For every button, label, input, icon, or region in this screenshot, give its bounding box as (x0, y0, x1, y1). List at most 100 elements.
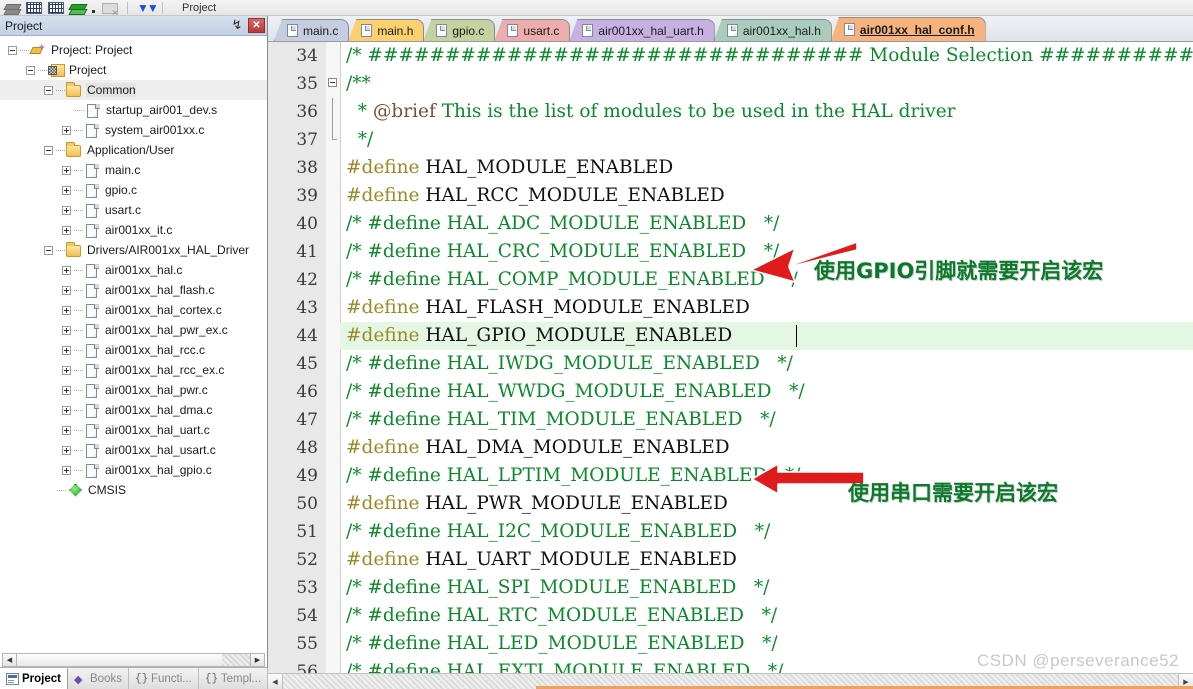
code-text[interactable]: /* #define HAL_I2C_MODULE_ENABLED */ (340, 518, 1193, 546)
code-line[interactable]: 37 */ (268, 126, 1193, 154)
code-text[interactable]: /* #define HAL_LED_MODULE_ENABLED */ (340, 630, 1193, 658)
expand-icon[interactable] (62, 285, 71, 295)
close-icon[interactable]: ✕ (248, 18, 265, 33)
expand-icon[interactable] (62, 185, 71, 195)
fold-marker[interactable] (326, 98, 340, 126)
fold-collapse-icon[interactable] (328, 78, 337, 87)
fold-marker[interactable] (326, 630, 340, 658)
fold-marker[interactable] (326, 602, 340, 630)
code-text[interactable]: /* ################################ Modu… (340, 42, 1193, 70)
tree-item[interactable]: CMSIS (0, 480, 267, 500)
collapse-icon[interactable] (8, 45, 17, 55)
code-line[interactable]: 40 /* #define HAL_ADC_MODULE_ENABLED */ (268, 210, 1193, 238)
fold-marker[interactable] (326, 70, 340, 98)
code-line[interactable]: 53 /* #define HAL_SPI_MODULE_ENABLED */ (268, 574, 1193, 602)
tree-item[interactable]: air001xx_it.c (0, 220, 267, 240)
editor-tab[interactable]: main.c (274, 19, 350, 41)
code-line[interactable]: 36 * @brief This is the list of modules … (268, 98, 1193, 126)
fold-marker[interactable] (326, 406, 340, 434)
tree-item[interactable]: air001xx_hal_gpio.c (0, 460, 267, 480)
tree-item[interactable]: air001xx_hal_flash.c (0, 280, 267, 300)
code-text[interactable]: #define HAL_RCC_MODULE_ENABLED (340, 182, 1193, 210)
editor-tab[interactable]: usart.c (494, 19, 571, 41)
code-text[interactable]: #define HAL_FLASH_MODULE_ENABLED (340, 294, 1193, 322)
code-line[interactable]: 52 #define HAL_UART_MODULE_ENABLED (268, 546, 1193, 574)
fold-marker[interactable] (326, 42, 340, 70)
fold-marker[interactable] (326, 322, 340, 350)
dropdown-arrow-icon[interactable] (92, 6, 96, 13)
tree-item[interactable]: system_air001xx.c (0, 120, 267, 140)
scroll-left-icon[interactable]: ◀ (3, 654, 17, 666)
tree-item[interactable]: air001xx_hal_rcc.c (0, 340, 267, 360)
code-line[interactable]: 48 #define HAL_DMA_MODULE_ENABLED (268, 434, 1193, 462)
tree-item[interactable]: air001xx_hal_usart.c (0, 440, 267, 460)
tree-item[interactable]: air001xx_hal_uart.c (0, 420, 267, 440)
code-line[interactable]: 39 #define HAL_RCC_MODULE_ENABLED (268, 182, 1193, 210)
expand-icon[interactable] (62, 425, 71, 435)
fold-marker[interactable] (326, 182, 340, 210)
tree-item[interactable]: Drivers/AIR001xx_HAL_Driver (0, 240, 267, 260)
expand-icon[interactable] (62, 445, 71, 455)
fold-marker[interactable] (326, 154, 340, 182)
collapse-icon[interactable] (44, 85, 53, 95)
fold-marker[interactable] (326, 518, 340, 546)
project-tree[interactable]: Project: Project Project Common startup_air… (0, 37, 267, 654)
code-line[interactable]: 34 /* ################################ Mo… (268, 42, 1193, 70)
expand-icon[interactable] (62, 345, 71, 355)
code-text[interactable]: #define HAL_UART_MODULE_ENABLED (340, 546, 1193, 574)
code-view[interactable]: 34 /* ################################ Mo… (268, 42, 1193, 673)
code-text[interactable]: /* #define HAL_TIM_MODULE_ENABLED */ (340, 406, 1193, 434)
expand-icon[interactable] (62, 305, 71, 315)
tree-item[interactable]: air001xx_hal_pwr_ex.c (0, 320, 267, 340)
layers-icon[interactable] (4, 1, 20, 15)
code-line[interactable]: 56 /* #define HAL_EXTI_MODULE_ENABLED */ (268, 658, 1193, 673)
project-panel-tabs[interactable]: Project ◆ Books{} Functi...{} Templ... (0, 667, 269, 689)
code-line[interactable]: 44 #define HAL_GPIO_MODULE_ENABLED (268, 322, 1193, 350)
expand-icon[interactable] (62, 325, 71, 335)
collapse-icon[interactable] (44, 145, 53, 155)
fold-marker[interactable] (326, 490, 340, 518)
tree-item[interactable]: air001xx_hal.c (0, 260, 267, 280)
fold-marker[interactable] (326, 434, 340, 462)
panel-tab-books[interactable]: ◆ Books (68, 668, 129, 689)
gray-target-icon[interactable] (102, 1, 118, 15)
expand-icon[interactable] (62, 365, 71, 375)
code-text[interactable]: /* #define HAL_RTC_MODULE_ENABLED */ (340, 602, 1193, 630)
expand-icon[interactable] (62, 165, 71, 175)
code-text[interactable]: /* #define HAL_EXTI_MODULE_ENABLED */ (340, 658, 1193, 673)
editor-tab[interactable]: gpio.c (423, 19, 496, 41)
code-text[interactable]: #define HAL_MODULE_ENABLED (340, 154, 1193, 182)
expand-icon[interactable] (62, 265, 71, 275)
tree-item[interactable]: main.c (0, 160, 267, 180)
code-line[interactable]: 46 /* #define HAL_WWDG_MODULE_ENABLED */ (268, 378, 1193, 406)
expand-icon[interactable] (62, 405, 71, 415)
collapse-icon[interactable] (26, 65, 35, 75)
code-text[interactable]: /* #define HAL_SPI_MODULE_ENABLED */ (340, 574, 1193, 602)
editor-tab[interactable]: main.h (348, 19, 425, 41)
code-line[interactable]: 51 /* #define HAL_I2C_MODULE_ENABLED */ (268, 518, 1193, 546)
tree-item[interactable]: air001xx_hal_pwr.c (0, 380, 267, 400)
editor-tabbar[interactable]: main.c main.h gpio.c usart.c air001xx_hal_ua… (268, 16, 1193, 42)
tree-item[interactable]: air001xx_hal_dma.c (0, 400, 267, 420)
code-line[interactable]: 47 /* #define HAL_TIM_MODULE_ENABLED */ (268, 406, 1193, 434)
fold-marker[interactable] (326, 546, 340, 574)
tree-item[interactable]: Project (0, 60, 267, 80)
code-text[interactable]: /* #define HAL_IWDG_MODULE_ENABLED */ (340, 350, 1193, 378)
fold-marker[interactable] (326, 378, 340, 406)
project-tree-hscrollbar[interactable]: ◀ ▶ (2, 653, 265, 667)
code-text[interactable]: */ (340, 126, 1193, 154)
tree-item[interactable]: Application/User (0, 140, 267, 160)
grid-icon-1[interactable] (26, 1, 42, 15)
editor-tab[interactable]: air001xx_hal_conf.h (830, 17, 986, 41)
code-text[interactable]: /** (340, 70, 1193, 98)
collapse-icon[interactable] (44, 245, 53, 255)
hscroll-track[interactable] (222, 654, 250, 666)
panel-tab-templ[interactable]: {} Templ... (199, 668, 269, 689)
code-text[interactable]: #define HAL_DMA_MODULE_ENABLED (340, 434, 1193, 462)
tree-item[interactable]: Project: Project (0, 40, 267, 60)
pin-icon[interactable]: ↯ (229, 18, 245, 34)
editor-tab[interactable]: air001xx_hal.h (713, 19, 832, 41)
fold-marker[interactable] (326, 574, 340, 602)
expand-icon[interactable] (62, 385, 71, 395)
panel-tab-functi[interactable]: {} Functi... (129, 668, 199, 689)
